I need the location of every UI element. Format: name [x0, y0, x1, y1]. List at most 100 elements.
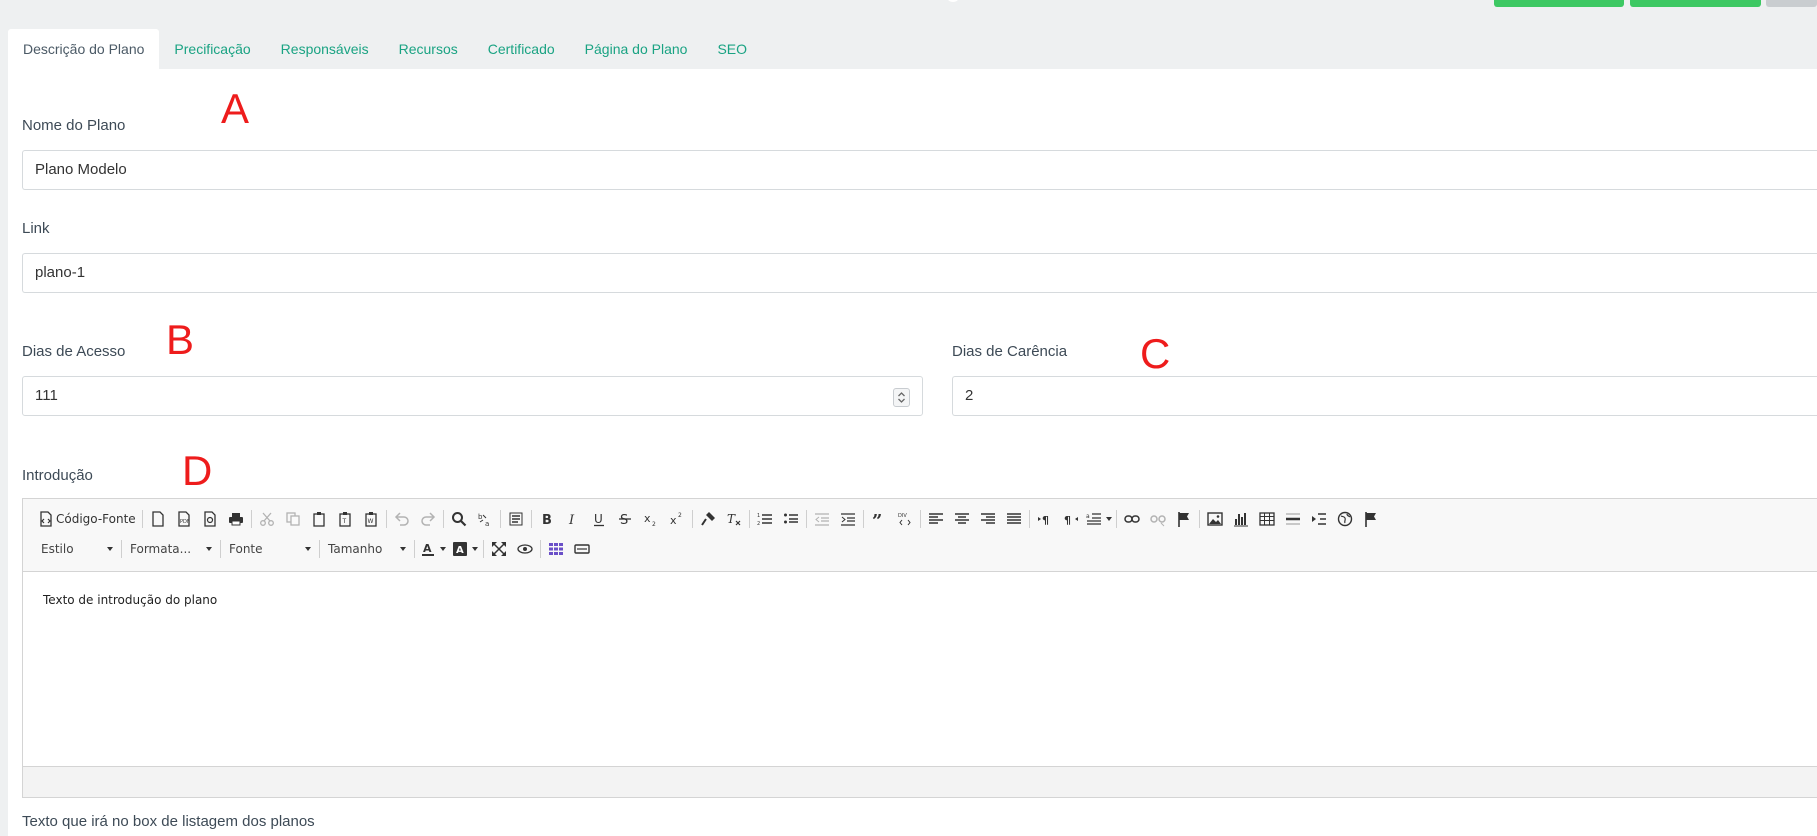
subscript-icon[interactable]: x2 — [638, 506, 664, 532]
format-combo-label: Formata... — [130, 542, 192, 556]
tab-responsaveis[interactable]: Responsáveis — [266, 29, 384, 69]
copy-formatting-icon[interactable] — [695, 506, 721, 532]
paste-text-icon[interactable]: T — [332, 506, 358, 532]
cut-icon[interactable] — [254, 506, 280, 532]
font-combo-label: Fonte — [229, 542, 263, 556]
annotation-d: D — [182, 447, 213, 494]
dias-carencia-label: Dias de Carência — [952, 343, 1068, 360]
blockquote-icon[interactable]: ” — [866, 506, 892, 532]
flag-icon[interactable] — [1358, 506, 1384, 532]
show-blocks-icon[interactable] — [512, 536, 538, 562]
print-icon[interactable] — [223, 506, 249, 532]
align-center-icon[interactable] — [949, 506, 975, 532]
svg-text:A: A — [456, 545, 464, 556]
copy-icon[interactable] — [280, 506, 306, 532]
unlink-icon[interactable] — [1145, 506, 1171, 532]
tab-precificacao[interactable]: Precificação — [159, 29, 265, 69]
annotation-c: C — [1140, 330, 1171, 377]
dias-acesso-input[interactable]: 111 — [22, 376, 923, 416]
svg-text:S: S — [620, 513, 628, 527]
size-combo[interactable]: Tamanho — [322, 538, 412, 560]
underline-icon[interactable]: U — [586, 506, 612, 532]
align-left-icon[interactable] — [923, 506, 949, 532]
chart-icon[interactable] — [1228, 506, 1254, 532]
editor-footer — [23, 766, 1817, 797]
table-icon[interactable] — [1254, 506, 1280, 532]
editor-toolbar: Código-Fonte PDF T W ba B I U S x 2 x 2 … — [23, 499, 1817, 572]
tab-descricao[interactable]: Descrição do Plano — [8, 29, 160, 69]
svg-text:2: 2 — [757, 521, 760, 527]
svg-text:¶: ¶ — [1042, 514, 1049, 527]
redo-icon[interactable] — [415, 506, 441, 532]
strikethrough-icon[interactable]: S — [612, 506, 638, 532]
anchor-icon[interactable] — [1171, 506, 1197, 532]
italic-icon[interactable]: I — [560, 506, 586, 532]
chevron-down-icon — [206, 547, 212, 551]
link-icon[interactable] — [1119, 506, 1145, 532]
find-icon[interactable] — [446, 506, 472, 532]
editor-content[interactable]: Texto de introdução do plano — [43, 593, 217, 607]
nome-input[interactable]: Plano Modelo — [22, 150, 1817, 190]
tab-certificado[interactable]: Certificado — [473, 29, 570, 69]
horizontal-line-icon[interactable] — [1280, 506, 1306, 532]
svg-text:A: A — [423, 542, 432, 555]
iframe-globe-icon[interactable] — [1332, 506, 1358, 532]
format-combo[interactable]: Formata... — [124, 538, 218, 560]
superscript-icon[interactable]: x2 — [664, 506, 690, 532]
text-direction-ltr-icon[interactable]: ¶ — [1032, 506, 1058, 532]
text-direction-rtl-icon[interactable]: ¶ — [1058, 506, 1084, 532]
text-color-icon[interactable]: A — [417, 536, 449, 562]
grid-table-icon[interactable] — [543, 536, 569, 562]
image-icon[interactable] — [1202, 506, 1228, 532]
link-input[interactable]: plano-1 — [22, 253, 1817, 293]
align-right-icon[interactable] — [975, 506, 1001, 532]
svg-text:a: a — [485, 520, 489, 527]
top-action-button-3[interactable] — [1766, 0, 1817, 7]
numbered-list-icon[interactable]: 12 — [752, 506, 778, 532]
outdent-icon[interactable] — [809, 506, 835, 532]
indent-icon[interactable] — [835, 506, 861, 532]
source-button[interactable]: Código-Fonte — [35, 506, 140, 532]
align-justify-icon[interactable] — [1001, 506, 1027, 532]
tab-seo[interactable]: SEO — [702, 29, 762, 69]
top-indicator — [948, 0, 958, 2]
undo-icon[interactable] — [389, 506, 415, 532]
svg-text:T: T — [341, 518, 346, 525]
remove-format-icon[interactable]: T — [721, 506, 747, 532]
top-action-button-2[interactable] — [1630, 0, 1761, 7]
dias-acesso-label: Dias de Acesso — [22, 343, 126, 360]
svg-text:x: x — [670, 514, 677, 527]
bold-icon[interactable]: B — [534, 506, 560, 532]
link-label: Link — [22, 220, 50, 237]
svg-text:x: x — [644, 512, 651, 525]
page-break-icon[interactable] — [1306, 506, 1332, 532]
replace-icon[interactable]: ba — [472, 506, 498, 532]
paste-word-icon[interactable]: W — [358, 506, 384, 532]
bulleted-list-icon[interactable] — [778, 506, 804, 532]
svg-text:DIV: DIV — [898, 513, 907, 519]
preview-icon[interactable] — [197, 506, 223, 532]
number-spinner[interactable] — [893, 388, 910, 407]
paste-icon[interactable] — [306, 506, 332, 532]
svg-text:PDF: PDF — [180, 519, 190, 525]
dias-carencia-input[interactable]: 2 — [952, 376, 1817, 416]
svg-text:b: b — [478, 513, 483, 521]
language-icon[interactable]: a — [1084, 506, 1114, 532]
export-pdf-icon[interactable]: PDF — [171, 506, 197, 532]
svg-text:”: ” — [872, 511, 882, 527]
keyboard-icon[interactable] — [569, 536, 595, 562]
background-color-icon[interactable]: A — [449, 536, 481, 562]
new-page-icon[interactable] — [145, 506, 171, 532]
top-action-button-1[interactable] — [1494, 0, 1624, 7]
tab-recursos[interactable]: Recursos — [384, 29, 473, 69]
tab-pagina-do-plano[interactable]: Página do Plano — [570, 29, 703, 69]
select-all-icon[interactable] — [503, 506, 529, 532]
maximize-icon[interactable] — [486, 536, 512, 562]
size-combo-label: Tamanho — [328, 542, 383, 556]
annotation-b: B — [166, 316, 195, 363]
font-combo[interactable]: Fonte — [223, 538, 317, 560]
style-combo[interactable]: Estilo — [35, 538, 119, 560]
svg-text:2: 2 — [652, 521, 656, 527]
style-combo-label: Estilo — [41, 542, 74, 556]
create-div-icon[interactable]: DIV — [892, 506, 918, 532]
